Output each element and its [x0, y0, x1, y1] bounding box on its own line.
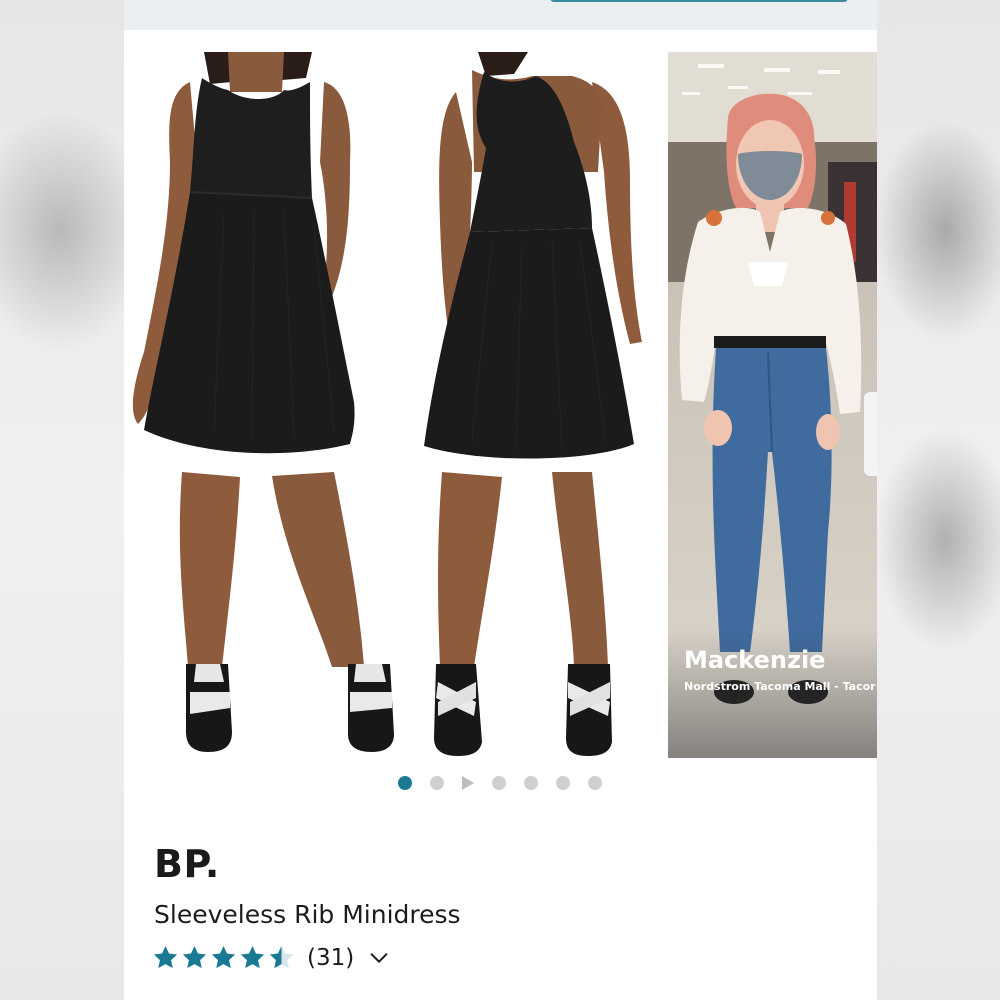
- star-icon: [153, 946, 178, 969]
- star-icon: [182, 946, 207, 969]
- reviewer-name: Mackenzie: [684, 646, 826, 674]
- gallery-pagination: [398, 776, 602, 790]
- star-icon: [211, 946, 236, 969]
- brand-name[interactable]: BP.: [154, 842, 220, 886]
- gallery-image-front[interactable]: [124, 52, 394, 758]
- image-gallery[interactable]: Mackenzie Nordstrom Tacoma Mall - Tacor: [124, 30, 877, 770]
- gallery-video-review[interactable]: Mackenzie Nordstrom Tacoma Mall - Tacor: [668, 52, 877, 758]
- star-icon: [240, 946, 265, 969]
- gallery-scroll-handle[interactable]: [864, 392, 877, 476]
- top-bar: [124, 0, 877, 30]
- store-location: Nordstrom Tacoma Mall - Tacor: [684, 680, 876, 693]
- half-star-icon: [269, 946, 294, 969]
- gallery-image-back[interactable]: [402, 52, 668, 758]
- video-caption: Mackenzie Nordstrom Tacoma Mall - Tacor: [668, 628, 877, 758]
- top-action-button[interactable]: [550, 0, 848, 2]
- rating-summary[interactable]: (31): [152, 944, 390, 971]
- pagination-dot-1[interactable]: [398, 776, 412, 790]
- pagination-dot-2[interactable]: [430, 776, 444, 790]
- pagination-dot-4[interactable]: [492, 776, 506, 790]
- pagination-dot-6[interactable]: [556, 776, 570, 790]
- chevron-down-icon[interactable]: [368, 947, 390, 969]
- pagination-dot-7[interactable]: [588, 776, 602, 790]
- review-count[interactable]: (31): [307, 945, 354, 971]
- star-rating: [152, 944, 295, 971]
- pagination-dot-5[interactable]: [524, 776, 538, 790]
- product-page: Mackenzie Nordstrom Tacoma Mall - Tacor …: [124, 0, 877, 1000]
- product-title: Sleeveless Rib Minidress: [154, 900, 461, 929]
- play-icon[interactable]: [462, 776, 474, 790]
